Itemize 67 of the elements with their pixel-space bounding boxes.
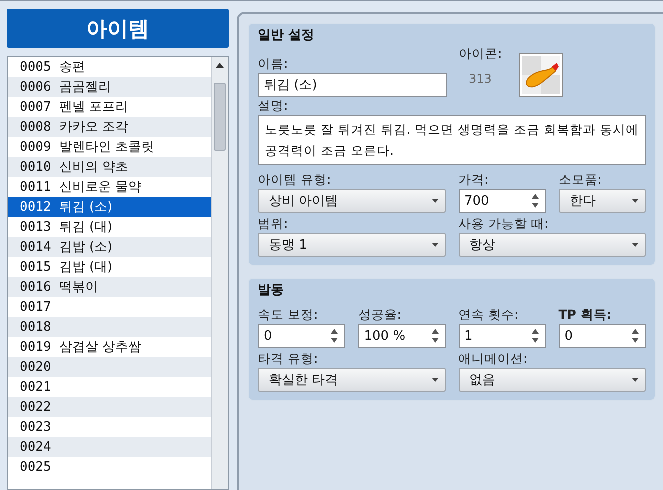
spin-arrows-icon[interactable] <box>532 194 539 208</box>
number-field[interactable]: 1 <box>458 324 546 348</box>
list-item[interactable]: 0013 튀김 (대) <box>8 217 211 237</box>
field-label: 성공율: <box>358 306 402 324</box>
field-label: 아이콘: <box>459 45 504 63</box>
field-label: 애니메이션: <box>458 350 529 368</box>
caret-icon <box>632 378 639 382</box>
scroll-up-icon[interactable] <box>216 63 224 68</box>
caret-icon <box>432 199 438 203</box>
number-field[interactable]: 0 <box>558 324 646 348</box>
field-label: 아이템 유형: <box>258 171 332 189</box>
list-title: 아이템 <box>7 9 229 48</box>
caret-icon <box>632 243 639 247</box>
scroll-thumb[interactable] <box>214 83 226 151</box>
list-item[interactable]: 0007 펜넬 포프리 <box>8 97 211 117</box>
description-field[interactable]: 노릇노릇 잘 튀겨진 튀김. 먹으면 생명력을 조금 회복함과 동시에 공격력이 조금 오른다. <box>258 115 646 165</box>
list-item[interactable]: 0009 발렌타인 초콜릿 <box>8 137 211 157</box>
icon-index: 313 <box>469 72 493 86</box>
field-label: 가격: <box>458 171 490 189</box>
spin-arrows-icon[interactable] <box>532 329 539 343</box>
dropdown[interactable]: 항상 <box>458 233 646 257</box>
field-label: TP 획득: <box>558 306 613 324</box>
spin-arrows-icon[interactable] <box>331 329 338 343</box>
name-field[interactable]: 튀김 (소) <box>258 73 447 97</box>
field-label: 연속 횟수: <box>458 306 520 324</box>
list-item[interactable]: 0024 <box>8 437 211 457</box>
list-item[interactable]: 0010 신비의 약초 <box>8 157 211 177</box>
list-item[interactable]: 0016 떡볶이 <box>8 277 211 297</box>
list-item[interactable]: 0008 카카오 조각 <box>8 117 211 137</box>
list-item[interactable]: 0014 김밥 (소) <box>8 237 211 257</box>
group-title: 일반 설정 <box>258 27 316 45</box>
field-label: 이름: <box>258 55 290 73</box>
field-label: 사용 가능할 때: <box>458 215 550 233</box>
caret-icon <box>432 243 438 247</box>
list-item[interactable]: 0025 <box>8 457 211 477</box>
list-item[interactable]: 0012 튀김 (소) <box>8 197 211 217</box>
list-item[interactable]: 0021 <box>8 377 211 397</box>
spin-arrows-icon[interactable] <box>432 329 438 343</box>
scrollbar[interactable] <box>211 57 228 489</box>
dropdown[interactable]: 상비 아이템 <box>258 189 446 213</box>
list-item[interactable]: 0005 송편 <box>8 57 211 77</box>
field-label: 소모품: <box>558 171 603 189</box>
fried-shrimp-icon[interactable] <box>519 53 563 97</box>
dropdown[interactable]: 동맹 1 <box>258 233 446 257</box>
list-item[interactable]: 0011 신비로운 물약 <box>8 177 211 197</box>
list-item[interactable]: 0023 <box>8 417 211 437</box>
dropdown[interactable]: 없음 <box>458 368 646 392</box>
number-field[interactable]: 0 <box>258 324 346 348</box>
field-label: 범위: <box>258 215 290 233</box>
caret-icon <box>632 199 639 203</box>
group-title: 발동 <box>258 282 285 300</box>
field-label: 설명: <box>258 97 290 115</box>
list-item[interactable]: 0015 김밥 (대) <box>8 257 211 277</box>
number-field[interactable]: 100 % <box>358 324 446 348</box>
list-item[interactable]: 0022 <box>8 397 211 417</box>
dropdown[interactable]: 한다 <box>558 189 646 213</box>
field-label: 타격 유형: <box>258 350 320 368</box>
dropdown[interactable]: 확실한 타격 <box>258 368 446 392</box>
field-label: 속도 보정: <box>258 306 320 324</box>
list-item[interactable]: 0006 곰곰젤리 <box>8 77 211 97</box>
list-item[interactable]: 0019 삼겹살 상추쌈 <box>8 337 211 357</box>
caret-icon <box>432 378 438 382</box>
list-item[interactable]: 0018 <box>8 317 211 337</box>
list-item[interactable]: 0020 <box>8 357 211 377</box>
list-item[interactable]: 0017 <box>8 297 211 317</box>
number-field[interactable]: 700 <box>458 189 546 213</box>
spin-arrows-icon[interactable] <box>632 329 639 343</box>
